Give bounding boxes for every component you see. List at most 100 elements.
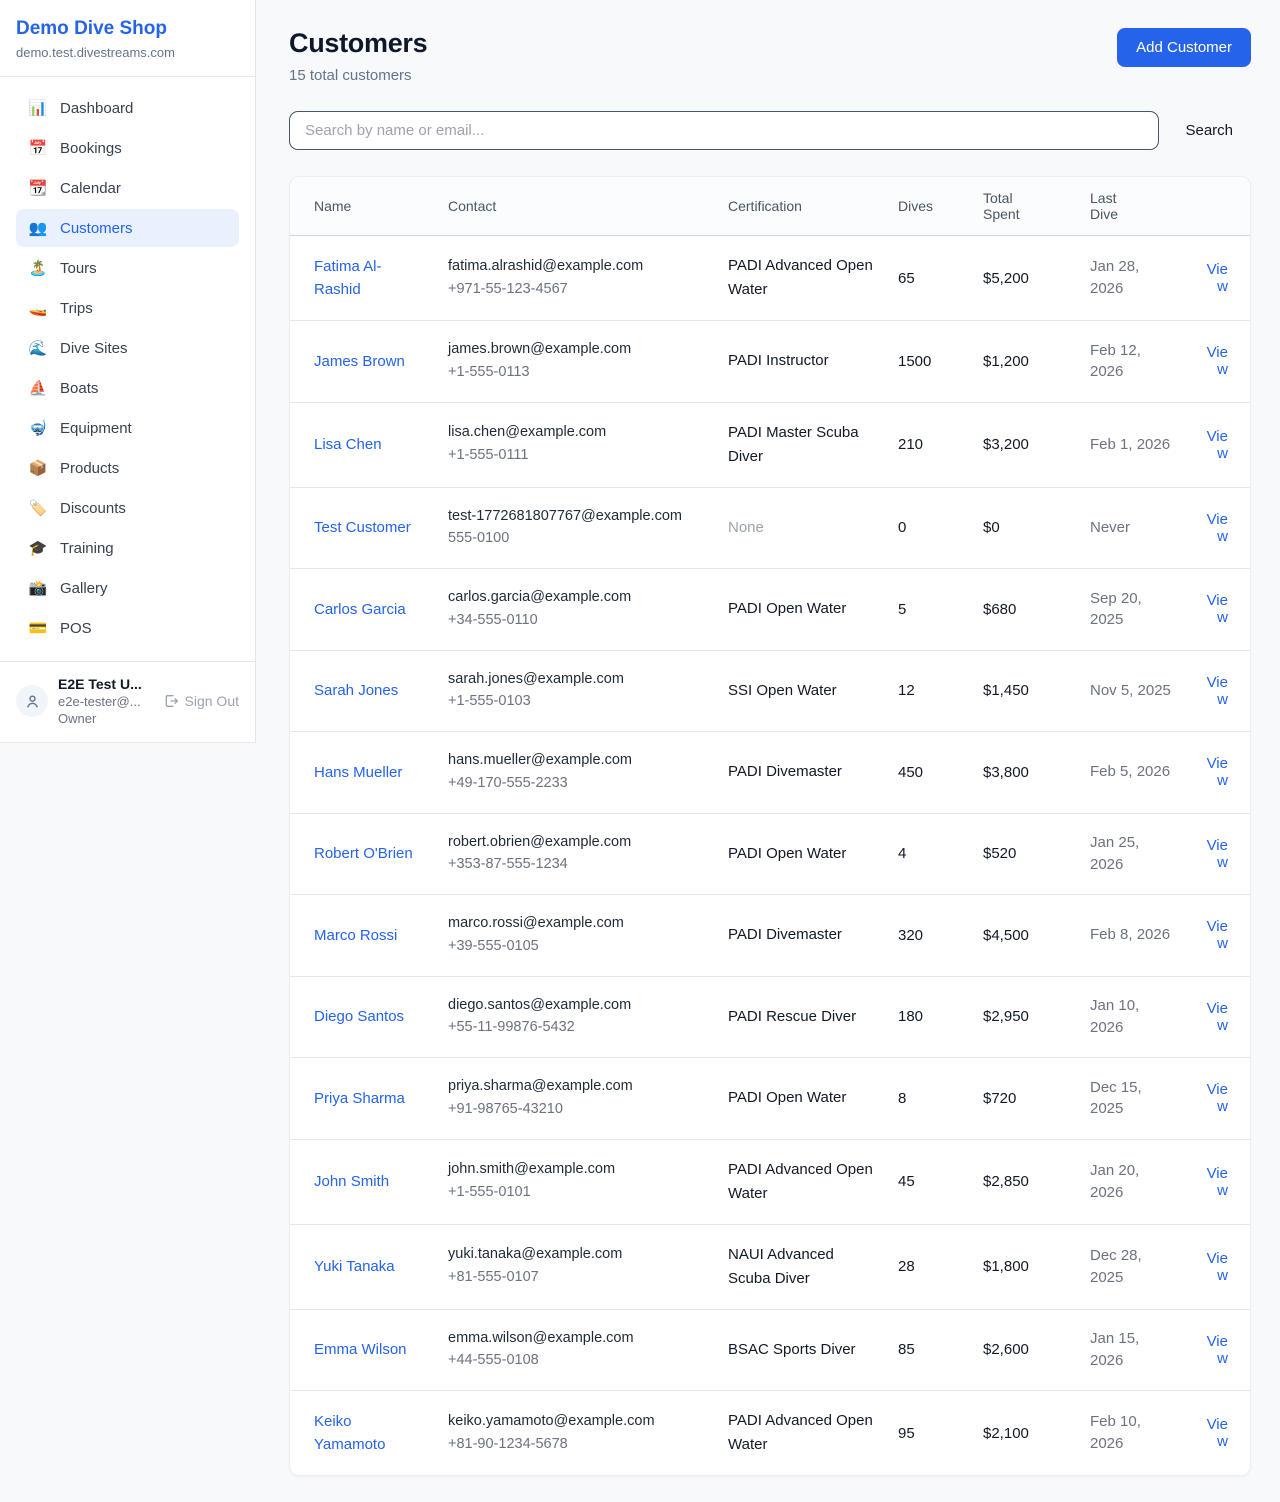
customer-email: john.smith@example.com	[448, 1159, 704, 1181]
customer-last-dive: Feb 12, 2026	[1078, 321, 1185, 403]
add-customer-button[interactable]: Add Customer	[1117, 28, 1251, 67]
customer-email: keiko.yamamoto@example.com	[448, 1411, 704, 1433]
sign-out-button[interactable]: Sign Out	[163, 693, 239, 709]
sidebar-item-dive-sites[interactable]: 🌊 Dive Sites	[16, 329, 239, 367]
search-button[interactable]: Search	[1185, 122, 1251, 139]
customer-dives: 4	[886, 813, 971, 895]
view-link[interactable]: View	[1207, 755, 1228, 789]
customer-name-link[interactable]: Marco Rossi	[314, 927, 397, 944]
customer-email: robert.obrien@example.com	[448, 832, 704, 854]
customer-name-link[interactable]: John Smith	[314, 1173, 389, 1190]
customer-total-spent: $1,800	[971, 1224, 1078, 1309]
customer-last-dive: Feb 10, 2026	[1078, 1391, 1185, 1476]
customer-total-spent: $0	[971, 487, 1078, 569]
customer-certification: PADI Open Water	[728, 600, 846, 617]
sidebar-item-discounts[interactable]: 🏷️ Discounts	[16, 489, 239, 527]
view-link[interactable]: View	[1207, 592, 1228, 626]
customer-count: 15 total customers	[289, 67, 427, 84]
view-link[interactable]: View	[1207, 428, 1228, 462]
search-input[interactable]	[289, 111, 1159, 150]
customer-total-spent: $520	[971, 813, 1078, 895]
customer-dives: 28	[886, 1224, 971, 1309]
people-icon: 👥	[28, 219, 48, 237]
sidebar-item-label: Discounts	[60, 500, 126, 517]
sidebar-user-section: E2E Test U... e2e-tester@... Owner Sign …	[0, 661, 255, 742]
customer-name-link[interactable]: Emma Wilson	[314, 1341, 407, 1358]
island-icon: 🏝️	[28, 259, 48, 277]
column-header-certification: Certification	[716, 177, 886, 236]
sidebar-item-equipment[interactable]: 🤿 Equipment	[16, 409, 239, 447]
main-content: Customers 15 total customers Add Custome…	[256, 0, 1280, 1502]
sidebar-item-label: Customers	[60, 220, 133, 237]
sidebar-item-dashboard[interactable]: 📊 Dashboard	[16, 89, 239, 127]
customer-name-link[interactable]: Hans Mueller	[314, 764, 402, 781]
customer-total-spent: $2,850	[971, 1139, 1078, 1224]
sidebar-item-bookings[interactable]: 📅 Bookings	[16, 129, 239, 167]
customer-total-spent: $4,500	[971, 895, 1078, 977]
customer-dives: 210	[886, 402, 971, 487]
customer-certification: PADI Advanced Open Water	[728, 1412, 873, 1453]
customer-phone: +55-11-99876-5432	[448, 1017, 704, 1039]
column-header-contact: Contact	[436, 177, 716, 236]
customer-certification: PADI Advanced Open Water	[728, 1161, 873, 1202]
view-link[interactable]: View	[1207, 1000, 1228, 1034]
view-link[interactable]: View	[1207, 674, 1228, 708]
customer-email: james.brown@example.com	[448, 339, 704, 361]
customer-dives: 0	[886, 487, 971, 569]
column-header-name: Name	[290, 177, 436, 236]
sidebar-item-calendar[interactable]: 📆 Calendar	[16, 169, 239, 207]
customer-name-link[interactable]: Sarah Jones	[314, 682, 398, 699]
sidebar-item-training[interactable]: 🎓 Training	[16, 529, 239, 567]
avatar	[16, 685, 48, 717]
sidebar-item-boats[interactable]: ⛵ Boats	[16, 369, 239, 407]
customer-name-link[interactable]: Fatima Al-Rashid	[314, 258, 382, 298]
view-link[interactable]: View	[1207, 511, 1228, 545]
diving-mask-icon: 🤿	[28, 419, 48, 437]
sidebar-item-trips[interactable]: 🚤 Trips	[16, 289, 239, 327]
customer-name-link[interactable]: Yuki Tanaka	[314, 1258, 395, 1275]
table-row: Priya Sharma priya.sharma@example.com +9…	[290, 1058, 1251, 1140]
sidebar-item-gallery[interactable]: 📸 Gallery	[16, 569, 239, 607]
package-icon: 📦	[28, 459, 48, 477]
view-link[interactable]: View	[1207, 1333, 1228, 1367]
view-link[interactable]: View	[1207, 837, 1228, 871]
sidebar-item-customers[interactable]: 👥 Customers	[16, 209, 239, 247]
view-link[interactable]: View	[1207, 1081, 1228, 1115]
sidebar-item-label: Bookings	[60, 140, 122, 157]
user-email: e2e-tester@...	[58, 694, 153, 709]
view-link[interactable]: View	[1207, 1165, 1228, 1199]
customer-last-dive: Never	[1078, 487, 1185, 569]
view-link[interactable]: View	[1207, 918, 1228, 952]
sailboat-icon: ⛵	[28, 379, 48, 397]
customer-name-link[interactable]: Lisa Chen	[314, 436, 382, 453]
sidebar-item-pos[interactable]: 💳 POS	[16, 609, 239, 647]
sidebar-item-label: Equipment	[60, 420, 132, 437]
customer-certification: NAUI Advanced Scuba Diver	[728, 1246, 834, 1287]
sidebar-item-products[interactable]: 📦 Products	[16, 449, 239, 487]
table-row: Marco Rossi marco.rossi@example.com +39-…	[290, 895, 1251, 977]
view-link[interactable]: View	[1207, 1250, 1228, 1284]
sidebar-item-label: Tours	[60, 260, 97, 277]
search-bar: Search	[289, 111, 1251, 150]
sidebar-item-label: POS	[60, 620, 92, 637]
customer-last-dive: Feb 5, 2026	[1078, 732, 1185, 814]
customer-name-link[interactable]: Diego Santos	[314, 1008, 404, 1025]
customer-name-link[interactable]: James Brown	[314, 353, 405, 370]
table-row: Diego Santos diego.santos@example.com +5…	[290, 976, 1251, 1058]
view-link[interactable]: View	[1207, 1416, 1228, 1450]
sidebar-item-tours[interactable]: 🏝️ Tours	[16, 249, 239, 287]
credit-card-icon: 💳	[28, 619, 48, 637]
customer-name-link[interactable]: Keiko Yamamoto	[314, 1413, 385, 1453]
customer-name-link[interactable]: Robert O'Brien	[314, 845, 413, 862]
view-link[interactable]: View	[1207, 344, 1228, 378]
customer-last-dive: Feb 8, 2026	[1078, 895, 1185, 977]
view-link[interactable]: View	[1207, 261, 1228, 295]
sidebar-item-label: Training	[60, 540, 114, 557]
customer-name-link[interactable]: Carlos Garcia	[314, 601, 406, 618]
customer-name-link[interactable]: Priya Sharma	[314, 1090, 405, 1107]
customer-name-link[interactable]: Test Customer	[314, 519, 411, 536]
sidebar-nav: 📊 Dashboard 📅 Bookings 📆 Calendar 👥 Cust…	[0, 77, 255, 661]
customer-total-spent: $680	[971, 569, 1078, 651]
table-row: Lisa Chen lisa.chen@example.com +1-555-0…	[290, 402, 1251, 487]
customer-phone: +353-87-555-1234	[448, 854, 704, 876]
